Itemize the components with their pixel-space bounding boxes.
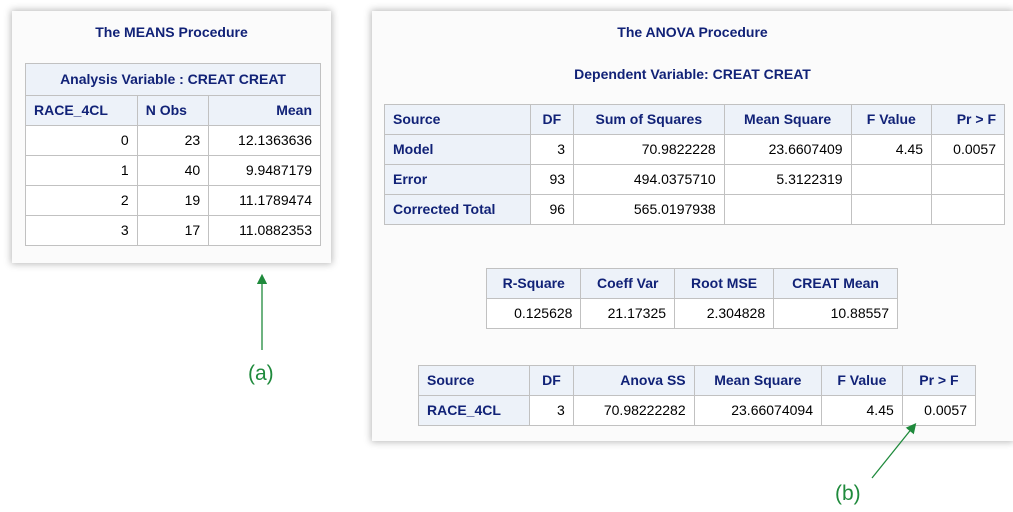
page: The MEANS Procedure Analysis Variable : … xyxy=(0,0,1013,512)
arrow-b xyxy=(871,422,917,479)
annotation-arrows xyxy=(256,273,917,479)
annotation-label-a: (a) xyxy=(248,362,274,385)
annotation-label-b: (b) xyxy=(835,482,861,505)
